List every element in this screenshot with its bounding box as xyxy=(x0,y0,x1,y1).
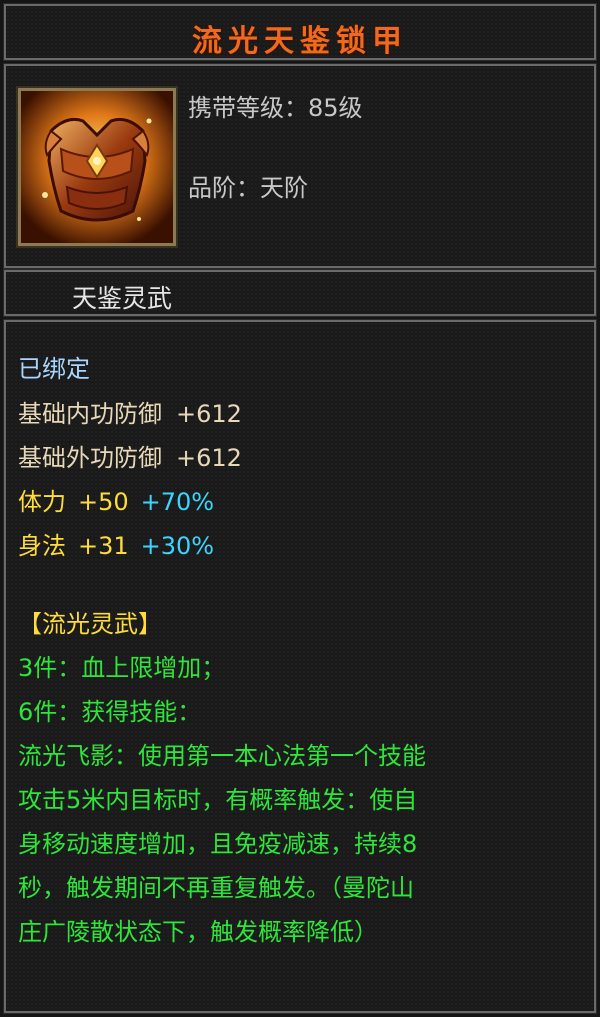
item-tooltip: 流光天鉴锁甲 携带等级：85级 品阶：天阶 天鉴灵武 已绑定 基础内功防御 +6… xyxy=(0,0,600,1017)
bonus-attr-row: 体力 +50 +70% xyxy=(18,482,214,517)
bonus-attr-row: 身法 +31 +30% xyxy=(18,526,214,561)
attr-value: +612 xyxy=(176,444,242,472)
base-attr-row: 基础外功防御 +612 xyxy=(18,438,242,473)
item-grade-label: 品阶： xyxy=(188,174,260,202)
set-name: 天鉴灵武 xyxy=(72,284,173,313)
attr-name: 基础外功防御 xyxy=(18,444,162,472)
attr-value: +31 xyxy=(78,532,129,560)
attributes-panel: 已绑定 基础内功防御 +612 基础外功防御 +612 体力 +50 +70% 身法 +3… xyxy=(3,319,597,1014)
set-effect-line: 6件：获得技能： xyxy=(18,698,202,726)
carry-level-label: 携带等级： xyxy=(188,94,308,122)
set-effect-line: 庄广陵散状态下，触发概率降低） xyxy=(18,918,378,946)
item-grade-value: 天阶 xyxy=(260,174,308,202)
set-name-panel: 天鉴灵武 xyxy=(3,269,597,317)
golden-armor-icon xyxy=(21,91,173,243)
set-effect-line: 攻击5米内目标时，有概率触发：使自 xyxy=(18,786,418,814)
attr-value: +50 xyxy=(78,488,129,516)
attr-name: 身法 xyxy=(18,532,66,560)
set-effect-line: 秒，触发期间不再重复触发。（曼陀山 xyxy=(18,874,414,902)
item-info-panel: 携带等级：85级 品阶：天阶 xyxy=(3,63,597,269)
set-effect-line: 3件：血上限增加； xyxy=(18,654,226,682)
set-effect-line: 流光飞影：使用第一本心法第一个技能 xyxy=(18,742,426,770)
item-grade: 品阶：天阶 xyxy=(188,168,308,203)
item-name: 流光天鉴锁甲 xyxy=(192,24,408,59)
attr-percent: +30% xyxy=(140,532,215,560)
attr-name: 基础内功防御 xyxy=(18,400,162,428)
item-icon-frame[interactable] xyxy=(16,86,178,248)
attr-percent: +70% xyxy=(140,488,215,516)
set-header: 【流光灵武】 xyxy=(18,610,162,638)
title-bar: 流光天鉴锁甲 xyxy=(3,3,597,61)
set-effect-line: 身移动速度增加，且免疫减速，持续8 xyxy=(18,830,418,858)
carry-level: 携带等级：85级 xyxy=(188,88,363,123)
attr-value: +612 xyxy=(176,400,242,428)
bound-status: 已绑定 xyxy=(18,355,90,383)
base-attr-row: 基础内功防御 +612 xyxy=(18,394,242,429)
attr-name: 体力 xyxy=(18,488,66,516)
carry-level-value: 85级 xyxy=(308,94,363,122)
